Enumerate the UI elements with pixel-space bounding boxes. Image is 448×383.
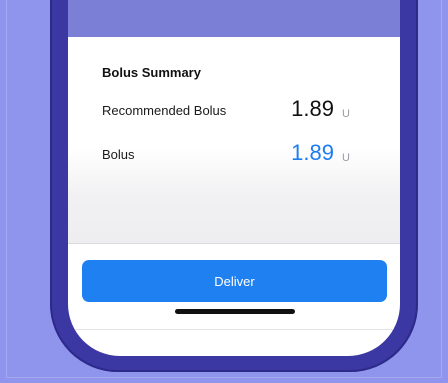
- phone-screen: Bolus Summary Recommended Bolus 1.89 U B…: [68, 0, 400, 356]
- bolus-value-field[interactable]: 1.89: [291, 140, 334, 166]
- bolus-unit: U: [342, 152, 350, 164]
- divider: [68, 243, 400, 244]
- home-indicator[interactable]: [175, 309, 295, 314]
- bolus-summary-card: Bolus Summary Recommended Bolus 1.89 U B…: [68, 37, 400, 243]
- phone-frame: Bolus Summary Recommended Bolus 1.89 U B…: [50, 0, 418, 372]
- dimmed-background: [68, 0, 400, 37]
- section-title: Bolus Summary: [102, 65, 201, 80]
- recommended-bolus-label: Recommended Bolus: [102, 103, 227, 118]
- recommended-bolus-value: 1.89: [291, 96, 334, 121]
- recommended-bolus-unit: U: [342, 108, 350, 120]
- bolus-label: Bolus: [102, 147, 135, 162]
- deliver-button[interactable]: Deliver: [82, 260, 387, 302]
- divider-bottom: [68, 329, 400, 330]
